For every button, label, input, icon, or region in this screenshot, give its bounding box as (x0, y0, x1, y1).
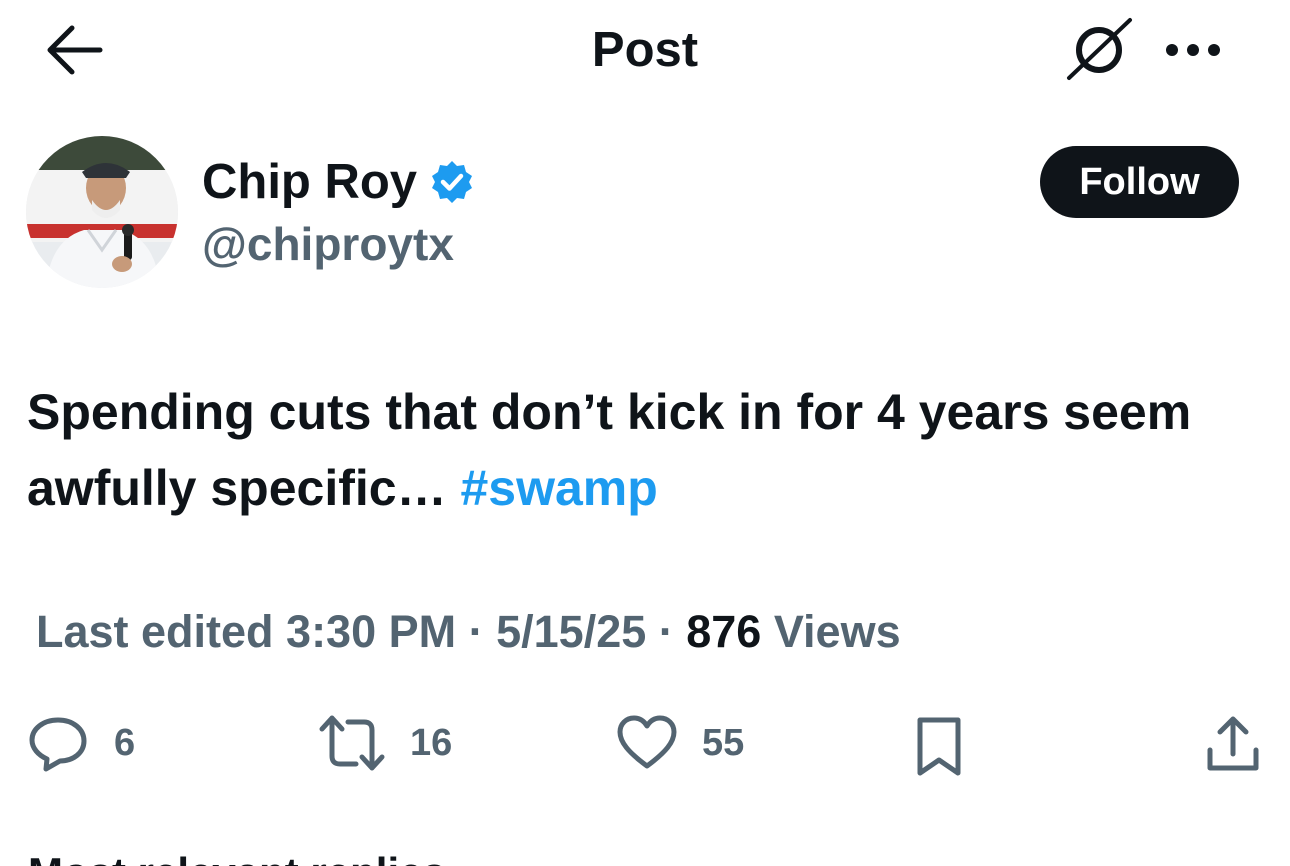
more-options-button[interactable] (1162, 32, 1224, 68)
top-bar: Post (0, 0, 1290, 100)
like-count: 55 (702, 721, 745, 764)
more-horizontal-icon (1166, 44, 1220, 56)
views-label: Views (761, 606, 901, 657)
avatar[interactable] (26, 136, 178, 288)
share-icon (1207, 716, 1259, 771)
hashtag-link[interactable]: #swamp (460, 460, 657, 516)
reply-icon (29, 717, 87, 772)
retweet-button[interactable]: 16 (318, 708, 452, 778)
verified-badge-icon (432, 161, 473, 203)
meta-separator: · (646, 606, 687, 657)
author-name[interactable]: Chip Roy (202, 152, 417, 212)
follow-button[interactable]: Follow (1040, 146, 1239, 218)
author-name-row: Chip Roy (202, 152, 475, 212)
bookmark-icon (917, 717, 961, 776)
heart-icon (617, 715, 677, 769)
retweet-count: 16 (410, 721, 453, 764)
tweet-meta: Last edited 3:30 PM · 5/15/25 · 876 View… (36, 604, 901, 660)
edited-timestamp[interactable]: Last edited 3:30 PM · 5/15/25 (36, 606, 646, 657)
grok-icon (1067, 18, 1132, 80)
retweet-icon (319, 715, 385, 771)
author-handle[interactable]: @chiproytx (202, 216, 454, 272)
like-button[interactable]: 55 (616, 708, 744, 778)
views-count: 876 (686, 606, 762, 657)
bookmark-button[interactable] (912, 712, 966, 782)
share-button[interactable] (1204, 710, 1262, 780)
reply-button[interactable]: 6 (28, 708, 135, 778)
grok-button[interactable] (1064, 16, 1134, 86)
reply-count: 6 (114, 721, 136, 764)
tweet-text: Spending cuts that don’t kick in for 4 y… (27, 374, 1267, 526)
